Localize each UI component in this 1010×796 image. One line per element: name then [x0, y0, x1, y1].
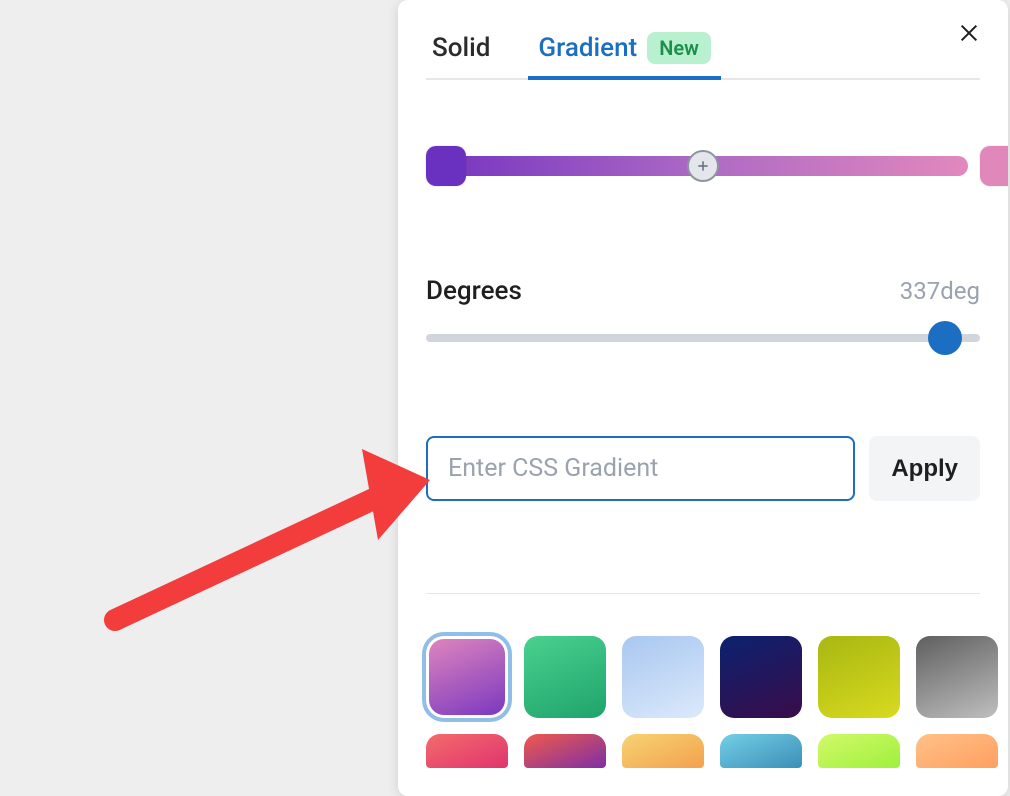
gradient-add-stop-button[interactable]	[687, 150, 719, 182]
degrees-value: 337deg	[900, 277, 980, 305]
new-badge: New	[647, 32, 711, 64]
gradient-bar[interactable]	[426, 146, 980, 186]
tab-gradient[interactable]: Gradient New	[532, 24, 716, 78]
gradient-preset[interactable]	[720, 636, 802, 718]
divider	[426, 593, 980, 594]
degrees-row: Degrees 337deg	[426, 276, 980, 306]
gradient-preset[interactable]	[916, 734, 998, 768]
gradient-preset[interactable]	[426, 636, 508, 718]
gradient-preset[interactable]	[622, 636, 704, 718]
css-gradient-input[interactable]	[426, 436, 855, 501]
gradient-preset[interactable]	[916, 636, 998, 718]
degrees-slider-track	[426, 334, 980, 342]
gradient-presets-grid	[426, 636, 980, 768]
tab-solid-label: Solid	[432, 33, 490, 63]
degrees-slider[interactable]	[426, 328, 980, 348]
degrees-label: Degrees	[426, 276, 522, 306]
gradient-preset[interactable]	[524, 636, 606, 718]
degrees-slider-thumb[interactable]	[928, 321, 962, 355]
gradient-preset[interactable]	[818, 734, 900, 768]
apply-button[interactable]: Apply	[869, 436, 980, 501]
gradient-preset[interactable]	[524, 734, 606, 768]
gradient-stop-start[interactable]	[426, 146, 466, 186]
tabs: Solid Gradient New	[426, 24, 980, 80]
gradient-preset[interactable]	[426, 734, 508, 768]
gradient-picker-panel: Solid Gradient New Degrees 337deg Apply	[398, 0, 1008, 796]
gradient-stop-end[interactable]	[980, 146, 1008, 186]
tab-gradient-label: Gradient	[538, 33, 637, 63]
gradient-preset[interactable]	[818, 636, 900, 718]
plus-icon	[695, 158, 711, 174]
gradient-preset[interactable]	[720, 734, 802, 768]
css-gradient-input-row: Apply	[426, 436, 980, 501]
gradient-preset[interactable]	[622, 734, 704, 768]
tab-solid[interactable]: Solid	[426, 25, 496, 77]
